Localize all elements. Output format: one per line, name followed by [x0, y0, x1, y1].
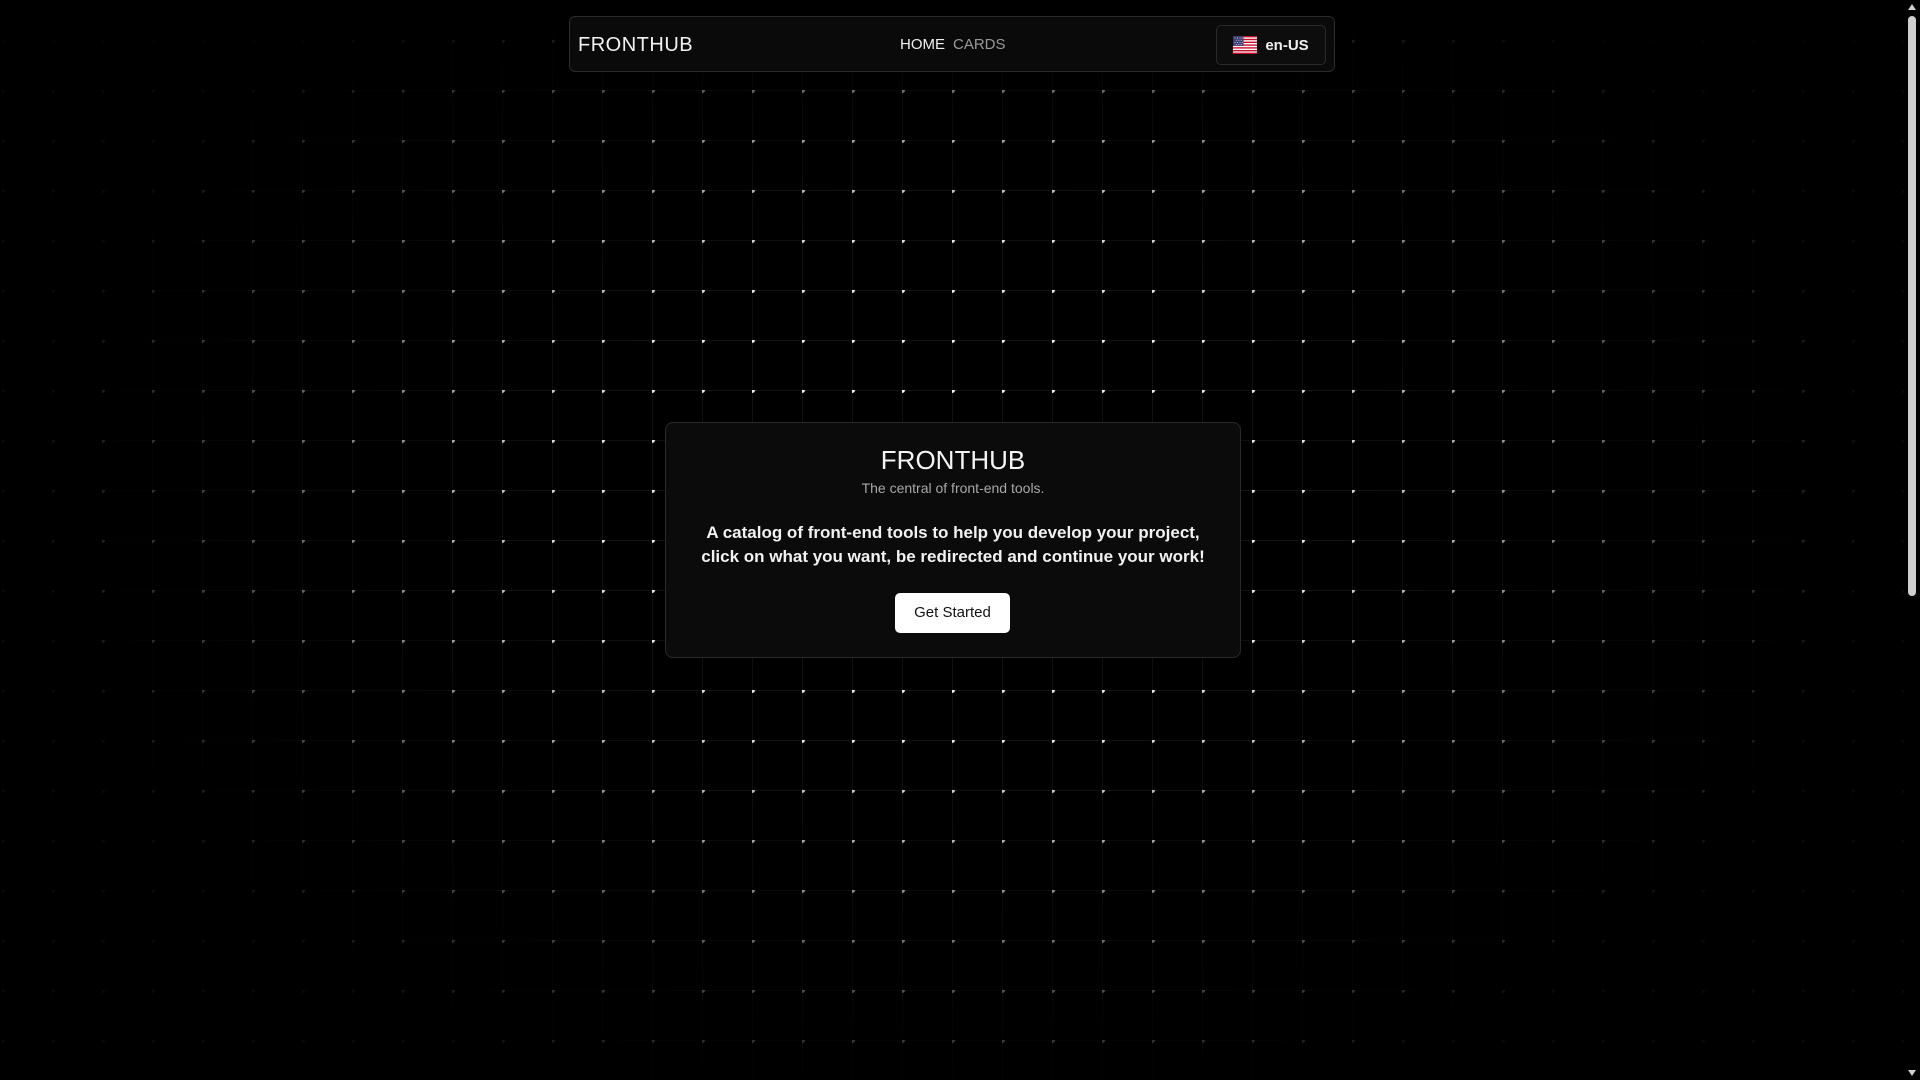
scroll-down-arrow-icon[interactable]	[1908, 1070, 1916, 1076]
language-label: en-US	[1265, 36, 1309, 54]
scroll-up-arrow-icon[interactable]	[1908, 4, 1916, 10]
nav-links: HOME CARDS	[900, 36, 1006, 54]
nav-link-home[interactable]: HOME	[900, 36, 945, 54]
us-flag-icon	[1233, 36, 1258, 54]
hero-title: FRONTHUB	[880, 445, 1026, 475]
nav-link-cards[interactable]: CARDS	[953, 36, 1006, 54]
scrollbar-thumb[interactable]	[1908, 16, 1916, 596]
brand-logo[interactable]: FRONTHUB	[578, 33, 693, 57]
language-selector-button[interactable]: en-US	[1216, 25, 1326, 65]
hero-description: A catalog of front-end tools to help you…	[701, 523, 1205, 566]
vertical-scrollbar[interactable]	[1904, 0, 1920, 1080]
page-viewport: FRONTHUB HOME CARDS en-US FRONTHUB The c…	[0, 0, 1904, 1080]
top-navbar: FRONTHUB HOME CARDS en-US	[569, 16, 1335, 72]
hero-subtitle: The central of front-end tools.	[861, 480, 1045, 496]
get-started-button[interactable]: Get Started	[895, 593, 1010, 633]
hero-card: FRONTHUB The central of front-end tools.…	[665, 422, 1241, 658]
